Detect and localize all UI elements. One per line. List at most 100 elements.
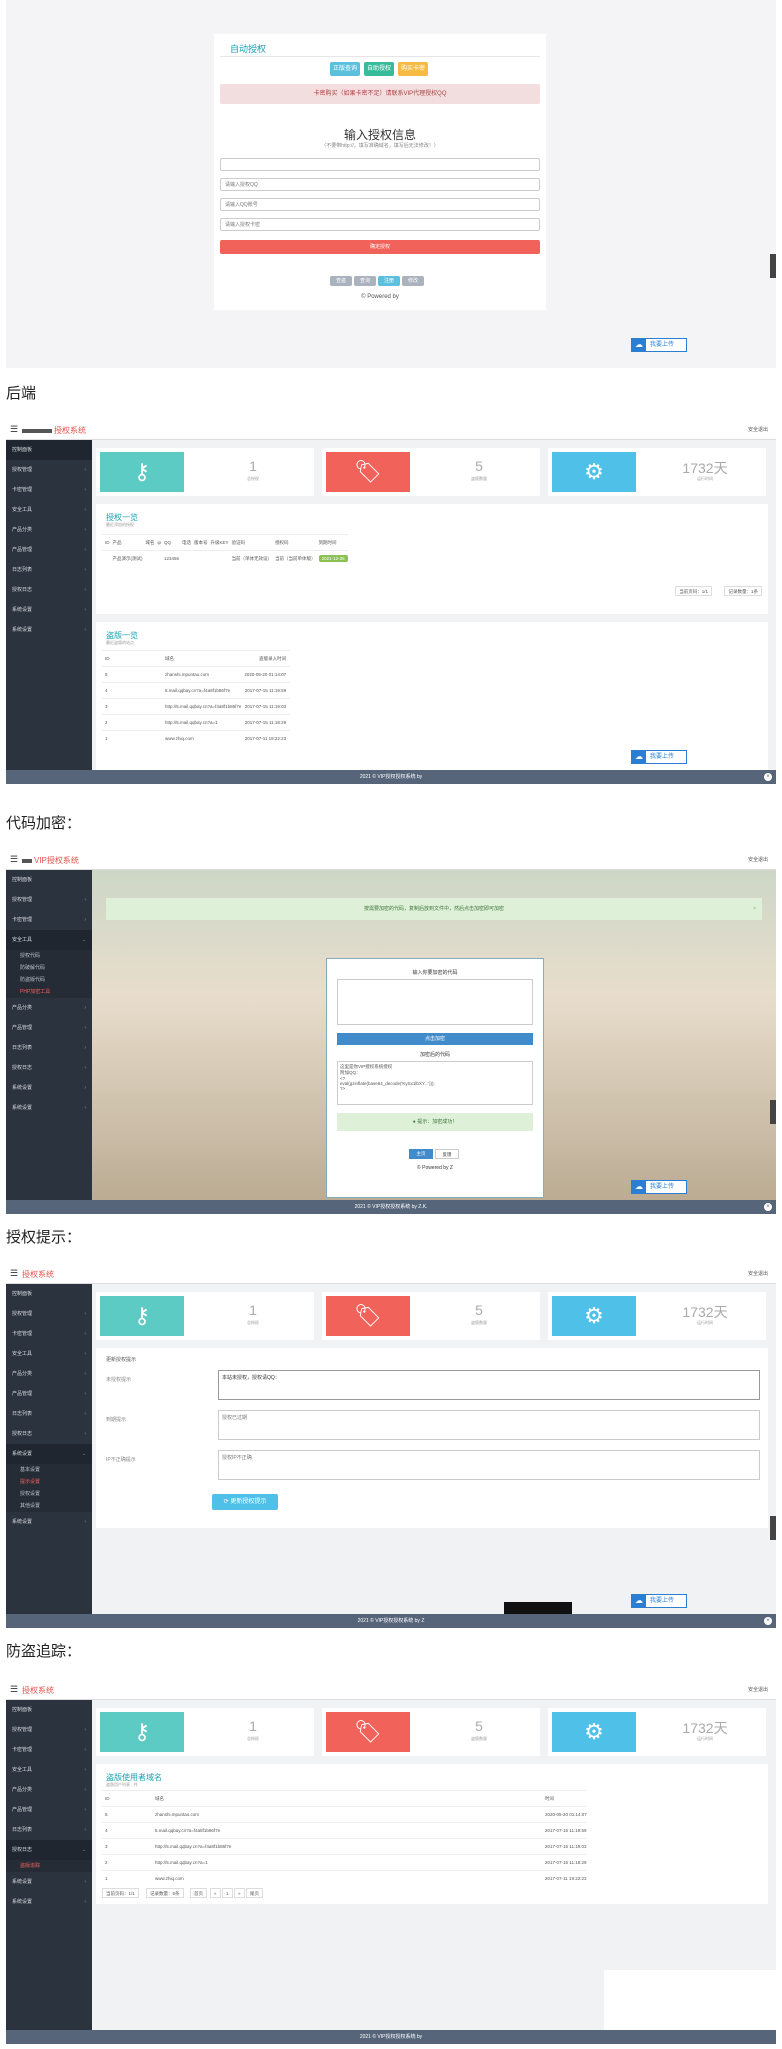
table-row[interactable]: 5 zhanshi.mpuntao.com 2020-05-20 01:14:07 [102,666,291,683]
sidebar-item-keys[interactable]: 卡密管理 › [6,1740,92,1760]
sidebar-item-dashboard[interactable]: 控制面板 [6,1284,92,1304]
sidebar-item-settings[interactable]: 系统设置 › [6,1078,92,1098]
sidebar-item-auth[interactable]: 授权管理 › [6,460,92,480]
code-output[interactable]: 这里是你VIP授权系统授权 附加QQ： <? eval(gzinflate(ba… [337,1061,533,1105]
update-tip-button[interactable]: ⟳ 更新授权提示 [212,1494,278,1510]
submenu-item-tip[interactable]: 提示设置 [6,1476,92,1488]
sidebar-item-dashboard[interactable]: 控制面板 [6,1700,92,1720]
ip-tip-input[interactable]: 授权IP不正确 [218,1450,760,1480]
sidebar-item-product[interactable]: 产品管理 › [6,540,92,560]
sidebar-item-keys[interactable]: 卡密管理 › [6,1324,92,1344]
sidebar-item-settings[interactable]: 系统设置 ⌄ [6,1444,92,1464]
edge-handle[interactable] [770,1100,776,1124]
pager-next[interactable]: » [234,1888,245,1898]
check-button[interactable]: 正版查询 [330,62,360,76]
logout-link[interactable]: 安全退出 [748,1270,768,1277]
sidebar-item-system[interactable]: 系统设置 › [6,1512,92,1532]
upload-button[interactable]: ☁ 我要上传 [631,1180,687,1194]
sidebar-item-logs[interactable]: 日志列表 › [6,1038,92,1058]
self-auth-button[interactable]: 自助授权 [364,62,394,76]
submenu-item[interactable]: 防盗版代码 [6,974,92,986]
sidebar-item-auth-logs[interactable]: 授权日志 › [6,1058,92,1078]
table-row[interactable]: 1 www.zhiq.com 2017-07-11 19:22:23 [102,1870,587,1887]
sidebar-item-category[interactable]: 产品分类 › [6,1364,92,1384]
small-button-1[interactable]: 查盗 [330,276,352,286]
close-icon[interactable]: × [753,898,756,920]
close-icon[interactable]: × [764,773,772,781]
menu-icon[interactable]: ☰ [10,1268,18,1279]
sidebar-item-security[interactable]: 安全工具 › [6,1760,92,1780]
sidebar-item-logs[interactable]: 日志列表 › [6,560,92,580]
sidebar-item-settings[interactable]: 系统设置 › [6,1872,92,1892]
small-button-2[interactable]: 查询 [354,276,376,286]
sidebar-item-product[interactable]: 产品管理 › [6,1800,92,1820]
sidebar-item-category[interactable]: 产品分类 › [6,520,92,540]
sidebar-item-auth-logs[interactable]: 授权日志 › [6,1424,92,1444]
menu-icon[interactable]: ☰ [10,854,18,865]
submenu-item[interactable]: 授权设置 [6,1488,92,1500]
table-row[interactable]: 4 5.mail.qqbay.cn?a=f4a8f1b86f7e 2017-07-1… [102,1822,587,1839]
submenu-item[interactable]: 基本设置 [6,1464,92,1476]
table-row[interactable]: 3 http://5.mail.qqbay.cn?a=f4a8f1b86f7e 20… [102,1838,587,1855]
sidebar-item-logs[interactable]: 日志列表 › [6,1404,92,1424]
sidebar-item-system[interactable]: 系统设置 › [6,1098,92,1118]
sidebar-item-system[interactable]: 系统设置 › [6,1892,92,1912]
pager-first[interactable]: 首页 [190,1888,207,1898]
sidebar-item-auth[interactable]: 授权管理 › [6,1720,92,1740]
edge-handle[interactable] [770,1516,776,1540]
pager-last[interactable]: 尾页 [246,1888,263,1898]
sidebar-item-security[interactable]: 安全工具 › [6,500,92,520]
submenu-item[interactable]: 防破解代码 [6,962,92,974]
sidebar-item-auth-logs[interactable]: 授权日志 ⌄ [6,1840,92,1860]
sidebar-item-product[interactable]: 产品管理 › [6,1018,92,1038]
domain-input[interactable] [220,158,540,171]
table-row[interactable]: 1 www.zhiq.com 2017-07-11 19:22:23 [102,730,291,747]
sidebar-item-settings[interactable]: 系统设置 › [6,600,92,620]
feedback-button[interactable]: 反馈 [435,1149,459,1159]
sidebar-item-product[interactable]: 产品管理 › [6,1384,92,1404]
table-row[interactable]: 3 http://5.mail.qqbay.cn?a=f4a8f1b86f7e 20… [102,698,291,715]
logout-link[interactable]: 安全退出 [748,426,768,433]
menu-icon[interactable]: ☰ [10,424,18,435]
sidebar-item-security[interactable]: 安全工具 ⌄ [6,930,92,950]
submenu-item[interactable]: 其他设置 [6,1500,92,1512]
small-button-3[interactable]: 注册 [378,276,400,286]
sidebar-item-category[interactable]: 产品分类 › [6,998,92,1018]
buy-key-button[interactable]: 购买卡密 [398,62,428,76]
table-row[interactable]: 2 http://5.mail.qqbay.cn?a=1 2017-07-15 11… [102,714,291,731]
code-input[interactable] [337,979,533,1025]
pager-prev[interactable]: « [210,1888,221,1898]
small-button-4[interactable]: 修改 [402,276,424,286]
upload-button[interactable]: ☁ 我要上传 [631,1594,687,1608]
home-button[interactable]: 主页 [409,1149,433,1159]
qq-account-input[interactable]: 请输入QQ账号 [220,198,540,211]
upload-button[interactable]: ☁ 我要上传 [631,338,687,352]
edge-handle[interactable] [770,254,776,278]
close-icon[interactable]: × [764,1617,772,1625]
upload-button[interactable]: ☁ 我要上传 [631,750,687,764]
sidebar-item-system[interactable]: 系统设置 › [6,620,92,640]
sidebar-item-auth[interactable]: 授权管理 › [6,890,92,910]
sidebar-item-keys[interactable]: 卡密管理 › [6,480,92,500]
table-row[interactable]: 5 zhanshi.mpuntao.com 2020-05-20 01:14:07 [102,1806,587,1823]
auth-qq-input[interactable]: 请输入授权QQ [220,178,540,191]
submenu-item-trace[interactable]: 盗版追踪 [6,1860,92,1872]
menu-icon[interactable]: ☰ [10,1684,18,1695]
sidebar-item-auth-logs[interactable]: 授权日志 › [6,580,92,600]
sidebar-item-dashboard[interactable]: 控制面板 [6,870,92,890]
encrypt-button[interactable]: 点击加密 [337,1033,533,1045]
submenu-item[interactable]: 授权代码 [6,950,92,962]
table-row[interactable]: 产品演示(测试) 123456 当前（单体无效设） 当前（当前单体版） 2021-12-… [102,550,348,567]
sidebar-item-keys[interactable]: 卡密管理 › [6,910,92,930]
expire-tip-input[interactable]: 授权已过期 [218,1410,760,1440]
sidebar-item-logs[interactable]: 日志列表 › [6,1820,92,1840]
submit-auth-button[interactable]: 确定授权 [220,240,540,254]
unauth-tip-input[interactable]: 本站未授权，授权请QQ： [218,1370,760,1400]
sidebar-item-security[interactable]: 安全工具 › [6,1344,92,1364]
auth-key-input[interactable]: 请输入授权卡密 [220,218,540,231]
logout-link[interactable]: 安全退出 [748,856,768,863]
sidebar-item-auth[interactable]: 授权管理 › [6,1304,92,1324]
table-row[interactable]: 2 http://5.mail.qqbay.cn?a=1 2017-07-15 11… [102,1854,587,1871]
sidebar-item-category[interactable]: 产品分类 › [6,1780,92,1800]
pager-current[interactable]: 1 [222,1888,233,1898]
